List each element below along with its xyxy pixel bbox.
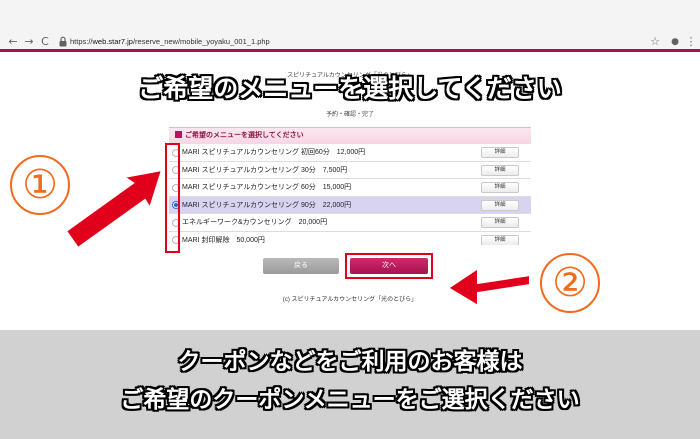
step-1-badge: ①: [10, 155, 70, 215]
step-2-badge: ②: [540, 253, 600, 313]
bottom-caption-line-1: クーポンなどをご利用のお客様は: [177, 349, 523, 375]
arrow-1-icon: [64, 168, 164, 250]
arrow-2-icon: [446, 266, 531, 308]
bottom-caption-band: クーポンなどをご利用のお客様は ご希望のクーポンメニューをご選択ください: [0, 330, 700, 439]
bottom-caption-line-2: ご希望のクーポンメニューをご選択ください: [120, 387, 580, 413]
